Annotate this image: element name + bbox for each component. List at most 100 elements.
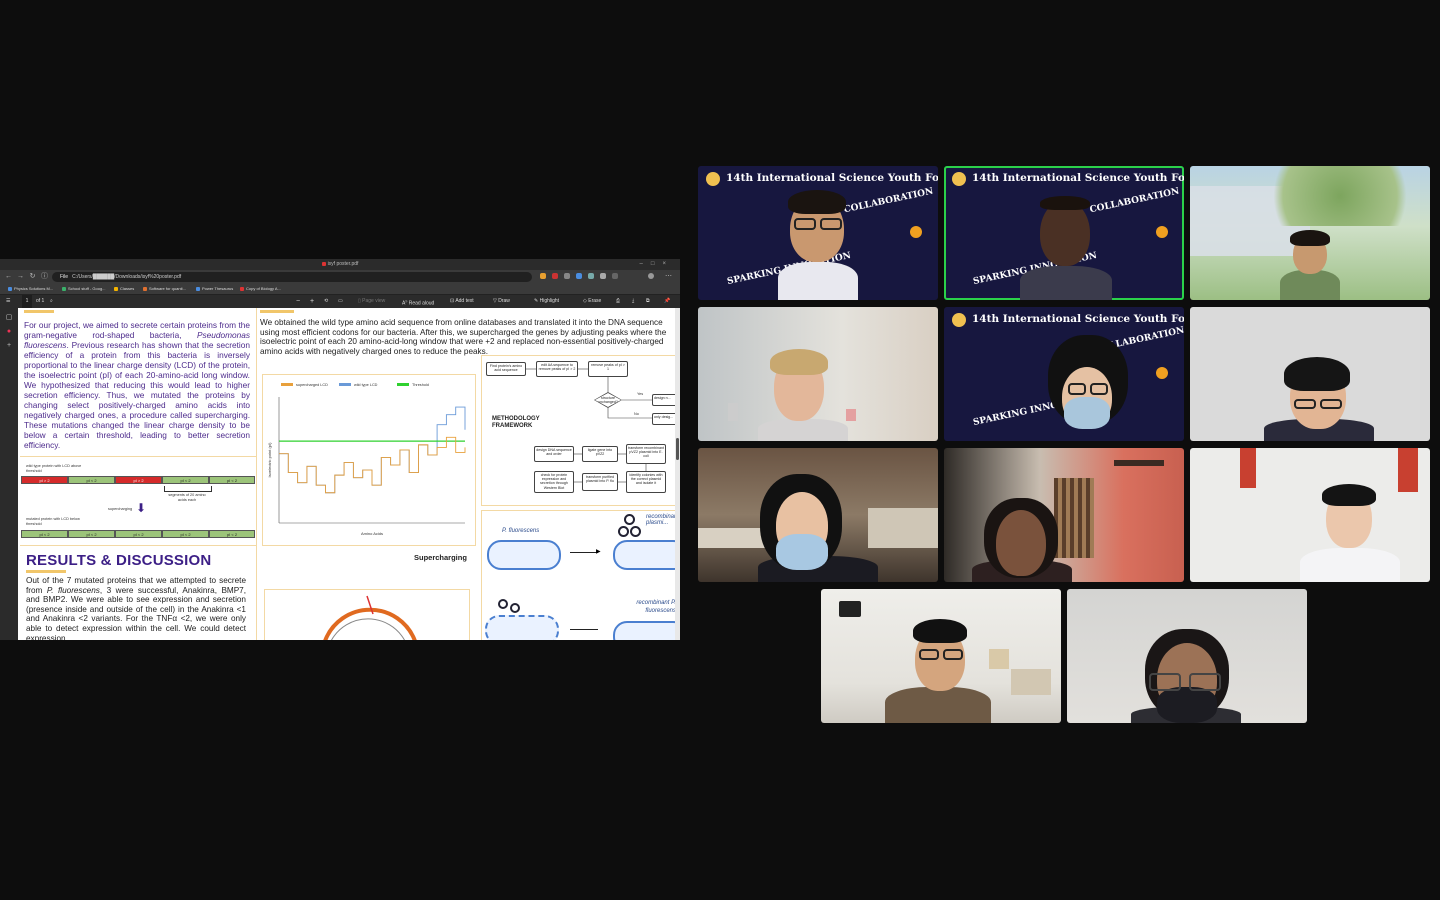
extension-icon[interactable] — [576, 273, 582, 279]
forward-icon[interactable]: → — [16, 272, 25, 281]
participant-video-tile[interactable] — [1190, 307, 1430, 441]
extension-icon[interactable] — [588, 273, 594, 279]
participant-face — [790, 196, 844, 262]
supercharging-chart: supercharged LCD wild type LCD Threshold Am… — [267, 383, 466, 536]
zoom-out-button[interactable]: − — [296, 295, 300, 308]
close-icon[interactable]: × — [662, 261, 674, 267]
segment-brace — [164, 486, 212, 492]
bookmark-item[interactable]: Classes — [114, 284, 134, 294]
arrow-head-icon: ▶ — [596, 549, 601, 555]
participant-body — [758, 556, 878, 582]
more-menu-icon[interactable]: ⋯ — [664, 272, 673, 281]
background-decoration — [1240, 448, 1256, 488]
erase-button[interactable]: ◇ Erase — [583, 295, 601, 308]
draw-button[interactable]: ▽ Draw — [493, 295, 510, 308]
glasses — [1294, 399, 1316, 409]
background-decoration — [1398, 448, 1418, 492]
rotate-icon[interactable]: ⟲ — [324, 295, 328, 308]
url-text: C:/Users/██████/Downloads/isyf%20poster.… — [72, 274, 182, 280]
participant-video-tile[interactable] — [1067, 589, 1307, 723]
plasmid-icon — [618, 526, 629, 537]
x-axis-label: Amino Acids — [361, 531, 383, 536]
plasmid-figure — [264, 589, 470, 640]
browser-title-bar: isyf poster.pdf –□× — [0, 259, 680, 270]
bookmark-item[interactable]: Power Thesaurus — [196, 284, 233, 294]
glasses — [919, 649, 939, 660]
zoom-in-button[interactable]: + — [310, 295, 314, 308]
bacterium-icon — [487, 540, 561, 570]
participant-face — [774, 353, 824, 421]
innovation-doodle: SPARKING INNOVATION — [972, 391, 1098, 429]
intro-paragraph: For our project, we aimed to secrete cer… — [24, 320, 250, 450]
participant-hair — [913, 619, 967, 643]
back-icon[interactable]: ← — [4, 272, 13, 281]
participant-video-tile[interactable] — [821, 589, 1061, 723]
tab-title[interactable]: isyf poster.pdf — [328, 261, 359, 267]
page-view-button[interactable]: ▯ Page view — [358, 295, 385, 308]
bacterium-icon — [485, 615, 559, 640]
recombinant-plasmid-label: recombinant plasmi... — [646, 514, 675, 526]
print-icon[interactable]: ⎙ — [616, 295, 620, 308]
fit-page-icon[interactable]: ▭ — [338, 295, 343, 308]
pin-icon[interactable]: 📌 — [664, 295, 670, 308]
bookmark-item[interactable]: School stuff - Goog... — [62, 284, 106, 294]
legend-swatch — [397, 383, 409, 386]
participant-video-tile-active-speaker[interactable]: 14th International Science Youth Forum C… — [944, 166, 1184, 300]
participant-video-tile[interactable] — [944, 448, 1184, 582]
profile-avatar[interactable] — [648, 273, 654, 279]
bookmark-item[interactable]: Physics Solutions M... — [8, 284, 53, 294]
shared-screen: isyf poster.pdf –□× ← → ↻ ⓘ File C:/Users… — [0, 259, 680, 640]
contents-icon[interactable]: ☰ — [6, 295, 10, 308]
participant-body — [885, 687, 991, 723]
address-bar[interactable]: File C:/Users/██████/Downloads/isyf%20pos… — [52, 272, 532, 282]
forum-title: 14th International Science Youth Forum — [726, 172, 938, 184]
extension-icon[interactable] — [540, 273, 546, 279]
participant-video-tile[interactable]: 14th International Science Youth Forum C… — [698, 166, 938, 300]
extension-icon[interactable] — [552, 273, 558, 279]
minimize-icon[interactable]: – — [640, 261, 651, 267]
scrollbar-thumb[interactable] — [676, 438, 679, 460]
tab-actions-icon[interactable]: ▢ — [5, 314, 13, 322]
bookmark-item[interactable]: Software for quanti... — [143, 284, 186, 294]
participant-video-tile[interactable] — [698, 448, 938, 582]
participant-video-tile[interactable] — [1190, 448, 1430, 582]
search-icon[interactable]: ⌕ — [50, 295, 53, 308]
extension-icon[interactable] — [612, 273, 618, 279]
background-shelf — [1011, 669, 1051, 695]
segment: pI < 2 — [162, 476, 209, 484]
pdf-tab-icon[interactable]: ● — [5, 328, 13, 336]
bookmark-item[interactable]: Copy of Biology A... — [240, 284, 281, 294]
bitcoin-icon — [910, 226, 922, 238]
forum-logo — [952, 172, 966, 186]
participant-hair — [984, 498, 1058, 578]
participant-video-tile[interactable] — [1190, 166, 1430, 300]
forum-logo — [706, 172, 720, 186]
extension-icon[interactable] — [600, 273, 606, 279]
participant-hair — [1040, 196, 1090, 210]
background-shelf — [868, 508, 938, 548]
glasses — [1320, 399, 1342, 409]
page-number-input[interactable]: 1 — [22, 295, 32, 308]
legend-swatch — [281, 383, 293, 386]
extension-icon[interactable] — [564, 273, 570, 279]
page-count: of 1 — [36, 298, 45, 304]
plasmid-map — [323, 595, 417, 640]
save-as-icon[interactable]: ⧉ — [646, 295, 650, 308]
divider — [20, 545, 256, 546]
read-aloud-button[interactable]: A)) Read aloud — [402, 295, 434, 308]
highlight-button[interactable]: ✎ Highlight — [534, 295, 559, 308]
save-icon[interactable]: ⤓ — [632, 295, 634, 308]
transformation-figure: P. fluorescens ▶ recombinant plasmi... r… — [481, 510, 675, 640]
refresh-icon[interactable]: ↻ — [28, 272, 37, 281]
participant-video-tile[interactable]: 14th International Science Youth Forum C… — [944, 307, 1184, 441]
pdf-scrollbar[interactable] — [675, 308, 680, 640]
add-text-button[interactable]: ⊡ Add text — [450, 295, 474, 308]
collaboration-doodle: COLLABORATION — [1093, 325, 1184, 355]
segment: pI < 2 — [21, 530, 68, 538]
background-building — [1190, 186, 1310, 256]
new-tab-icon[interactable]: + — [5, 342, 13, 350]
maximize-icon[interactable]: □ — [651, 261, 663, 267]
background-object — [728, 403, 738, 421]
participant-video-tile[interactable] — [698, 307, 938, 441]
info-icon[interactable]: ⓘ — [40, 272, 49, 281]
